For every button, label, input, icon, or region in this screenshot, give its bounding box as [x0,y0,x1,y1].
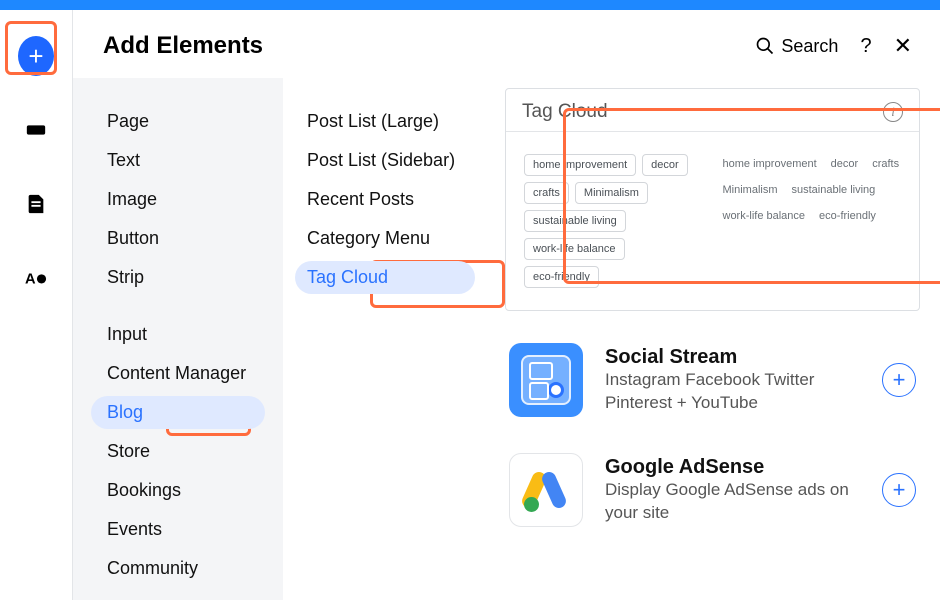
category-column: Page Text Image Button Strip Input Conte… [73,78,283,600]
design-icon: A [25,267,47,289]
promo-title: Google AdSense [605,456,860,479]
add-elements-panel: Add Elements Search ? ✕ Page Text Image … [72,10,940,600]
preview-title: Tag Cloud [522,101,608,123]
tag-chip[interactable]: Minimalism [575,182,648,204]
plus-icon: + [18,36,54,76]
tag-chip[interactable]: decor [642,154,688,176]
tag-text[interactable]: crafts [872,154,899,174]
sub-tag-cloud[interactable]: Tag Cloud [283,258,495,297]
tag-text[interactable]: decor [831,154,859,174]
help-button[interactable]: ? [860,35,871,58]
add-social-stream-button[interactable]: + [882,363,916,397]
add-elements-rail-button[interactable]: + [18,38,54,74]
close-button[interactable]: ✕ [894,33,912,59]
google-adsense-icon [509,453,583,527]
category-strip[interactable]: Strip [73,258,283,297]
tag-text[interactable]: eco-friendly [819,206,876,226]
search-label: Search [781,36,838,57]
category-events[interactable]: Events [73,510,283,549]
tag-chip[interactable]: crafts [524,182,569,204]
promo-desc: Instagram Facebook Twitter Pinterest + Y… [605,369,860,415]
tag-text[interactable]: Minimalism [723,180,778,200]
promo-social-stream: Social Stream Instagram Facebook Twitter… [505,339,920,421]
social-stream-icon [509,343,583,417]
category-blog[interactable]: Blog [73,393,283,432]
app-top-bar [0,0,940,10]
category-text[interactable]: Text [73,141,283,180]
panel-title: Add Elements [103,32,263,60]
panel-header: Add Elements Search ? ✕ [73,10,940,78]
promo-desc: Display Google AdSense ads on your site [605,479,860,525]
sub-post-list-sidebar[interactable]: Post List (Sidebar) [283,141,495,180]
category-image[interactable]: Image [73,180,283,219]
tag-cloud-boxed-preview: home improvement decor crafts Minimalism… [524,154,703,288]
subcategory-column: Post List (Large) Post List (Sidebar) Re… [283,78,495,600]
tag-text[interactable]: work-life balance [723,206,806,226]
category-community[interactable]: Community [73,549,283,588]
search-button[interactable]: Search [755,36,838,57]
tag-cloud-plain-preview: home improvement decor crafts Minimalism… [723,154,902,288]
promo-title: Social Stream [605,346,860,369]
category-content-manager[interactable]: Content Manager [73,354,283,393]
rail-design-button[interactable]: A [18,260,54,296]
rail-pages-button[interactable] [18,186,54,222]
sub-category-menu[interactable]: Category Menu [283,219,495,258]
add-google-adsense-button[interactable]: + [882,473,916,507]
preview-column: Tag Cloud i home improvement decor craft… [495,78,940,600]
info-icon[interactable]: i [883,102,903,122]
category-bookings[interactable]: Bookings [73,471,283,510]
sub-post-list-large[interactable]: Post List (Large) [283,102,495,141]
tag-chip[interactable]: home improvement [524,154,636,176]
category-input[interactable]: Input [73,315,283,354]
tag-chip[interactable]: work-life balance [524,238,625,260]
left-rail: + A [0,10,72,600]
tag-chip[interactable]: eco-friendly [524,266,599,288]
tag-text[interactable]: home improvement [723,154,817,174]
promo-google-adsense: Google AdSense Display Google AdSense ad… [505,449,920,531]
svg-text:A: A [25,272,36,288]
category-button[interactable]: Button [73,219,283,258]
category-store[interactable]: Store [73,432,283,471]
page-icon [25,193,47,215]
category-page[interactable]: Page [73,102,283,141]
tag-text[interactable]: sustainable living [792,180,876,200]
tag-cloud-preview-card[interactable]: Tag Cloud i home improvement decor craft… [505,88,920,311]
rail-section-button[interactable] [18,112,54,148]
section-icon [25,119,47,141]
search-icon [755,36,775,56]
sub-recent-posts[interactable]: Recent Posts [283,180,495,219]
tag-chip[interactable]: sustainable living [524,210,626,232]
